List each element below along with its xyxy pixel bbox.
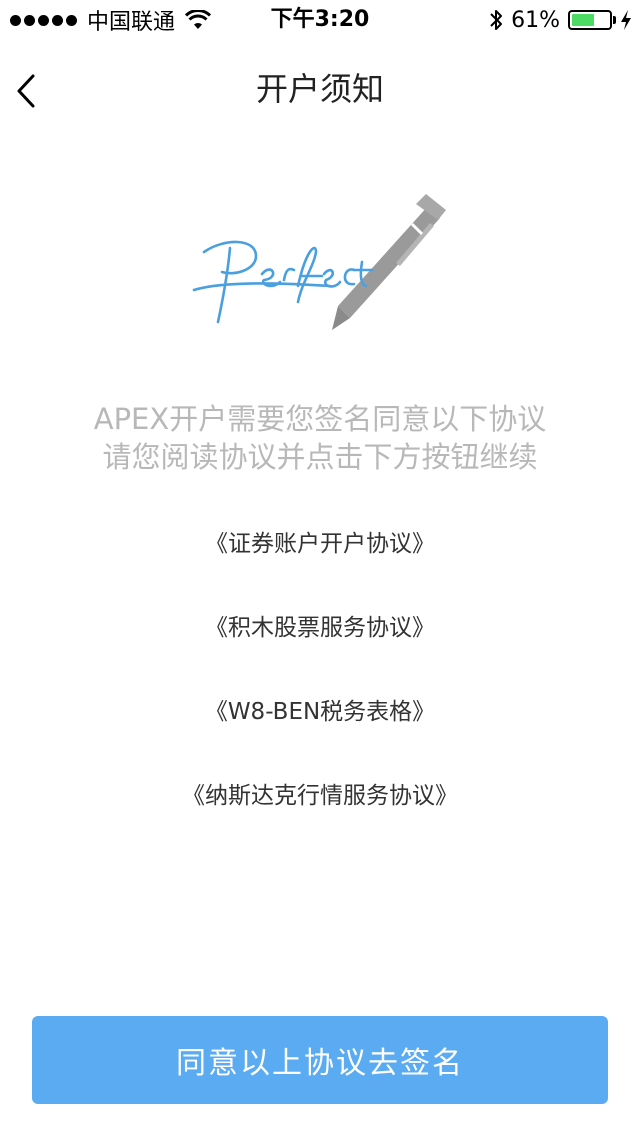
agreement-list: 《证券账户开户协议》 《积木股票服务协议》 《W8-BEN税务表格》 《纳斯达克… <box>0 522 640 858</box>
agreement-link-nasdaq-quote-service[interactable]: 《纳斯达克行情服务协议》 <box>0 774 640 858</box>
page-title: 开户须知 <box>255 70 384 108</box>
intro-line-1: APEX开户需要您签名同意以下协议 <box>93 402 547 436</box>
agree-and-sign-button[interactable]: 同意以上协议去签名 <box>32 1016 608 1104</box>
status-bar: 中国联通 下午3:20 61% <box>0 0 640 40</box>
intro-line-2: 请您阅读协议并点击下方按钮继续 <box>102 440 538 474</box>
agreement-link-w8ben-tax-form[interactable]: 《W8-BEN税务表格》 <box>0 690 640 774</box>
bluetooth-icon <box>490 10 503 30</box>
agreement-link-securities-account[interactable]: 《证券账户开户协议》 <box>0 522 640 606</box>
perfect-signature-pen-icon <box>192 194 446 330</box>
status-right: 61% <box>489 6 632 34</box>
battery-level-fill <box>572 14 594 26</box>
battery-icon <box>568 10 616 30</box>
navigation-bar: 开户须知 <box>0 40 640 130</box>
intro-text: APEX开户需要您签名同意以下协议 请您阅读协议并点击下方按钮继续 <box>40 400 600 476</box>
pen-icon <box>332 194 446 330</box>
agreement-link-jimu-stock-service[interactable]: 《积木股票服务协议》 <box>0 606 640 690</box>
charging-bolt-icon <box>621 10 631 30</box>
battery-percent: 61% <box>511 7 560 33</box>
